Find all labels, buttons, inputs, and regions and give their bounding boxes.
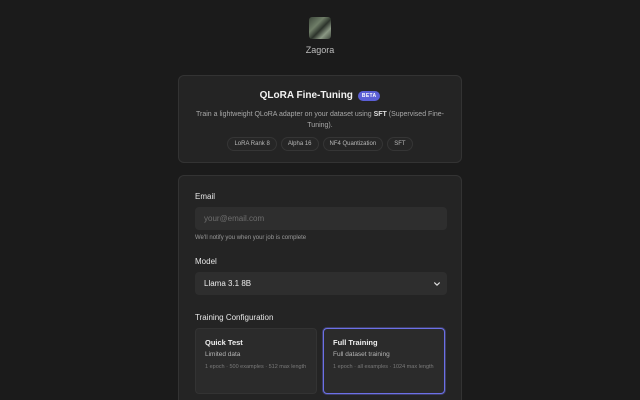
option-quick-test[interactable]: Quick Test Limited data 1 epoch · 500 ex… (195, 328, 317, 394)
email-label: Email (195, 192, 216, 201)
job-form: Email We'll notify you when your job is … (178, 175, 462, 400)
description-strong: SFT (373, 111, 387, 118)
description-prefix: Train a lightweight QLoRA adapter on you… (195, 111, 374, 118)
option-title: Quick Test (205, 338, 243, 347)
model-label: Model (195, 257, 217, 266)
brand-header: Zagora (0, 17, 640, 55)
title-row: QLoRA Fine-Tuning BETA (193, 90, 447, 101)
tag-sft: SFT (387, 137, 413, 151)
option-subtitle: Full dataset training (333, 351, 390, 358)
model-select[interactable]: Llama 3.1 8B (195, 272, 447, 295)
logo-icon (309, 17, 331, 39)
page: Zagora QLoRA Fine-Tuning BETA Train a li… (0, 0, 640, 400)
email-hint: We'll notify you when your job is comple… (195, 235, 307, 241)
training-config-label: Training Configuration (195, 313, 274, 322)
option-meta: 1 epoch · all examples · 1024 max length (333, 364, 434, 370)
tag-quantization: NF4 Quantization (322, 137, 384, 151)
tag-lora-rank: LoRA Rank 8 (227, 137, 277, 151)
option-meta: 1 epoch · 500 examples · 512 max length (205, 364, 307, 370)
email-field[interactable] (195, 207, 447, 230)
training-options: Quick Test Limited data 1 epoch · 500 ex… (195, 328, 445, 394)
beta-badge: BETA (357, 90, 381, 101)
option-title: Full Training (333, 338, 378, 347)
chevron-down-icon (434, 281, 440, 286)
description: Train a lightweight QLoRA adapter on you… (193, 109, 447, 131)
model-select-value: Llama 3.1 8B (204, 279, 252, 288)
option-subtitle: Limited data (205, 351, 241, 358)
tag-alpha: Alpha 16 (280, 137, 319, 151)
brand-name: Zagora (305, 45, 335, 55)
tag-list: LoRA Rank 8 Alpha 16 NF4 Quantization SF… (193, 137, 447, 151)
page-title: QLoRA Fine-Tuning (259, 90, 353, 101)
intro-card: QLoRA Fine-Tuning BETA Train a lightweig… (178, 75, 462, 163)
option-full-training[interactable]: Full Training Full dataset training 1 ep… (323, 328, 445, 394)
